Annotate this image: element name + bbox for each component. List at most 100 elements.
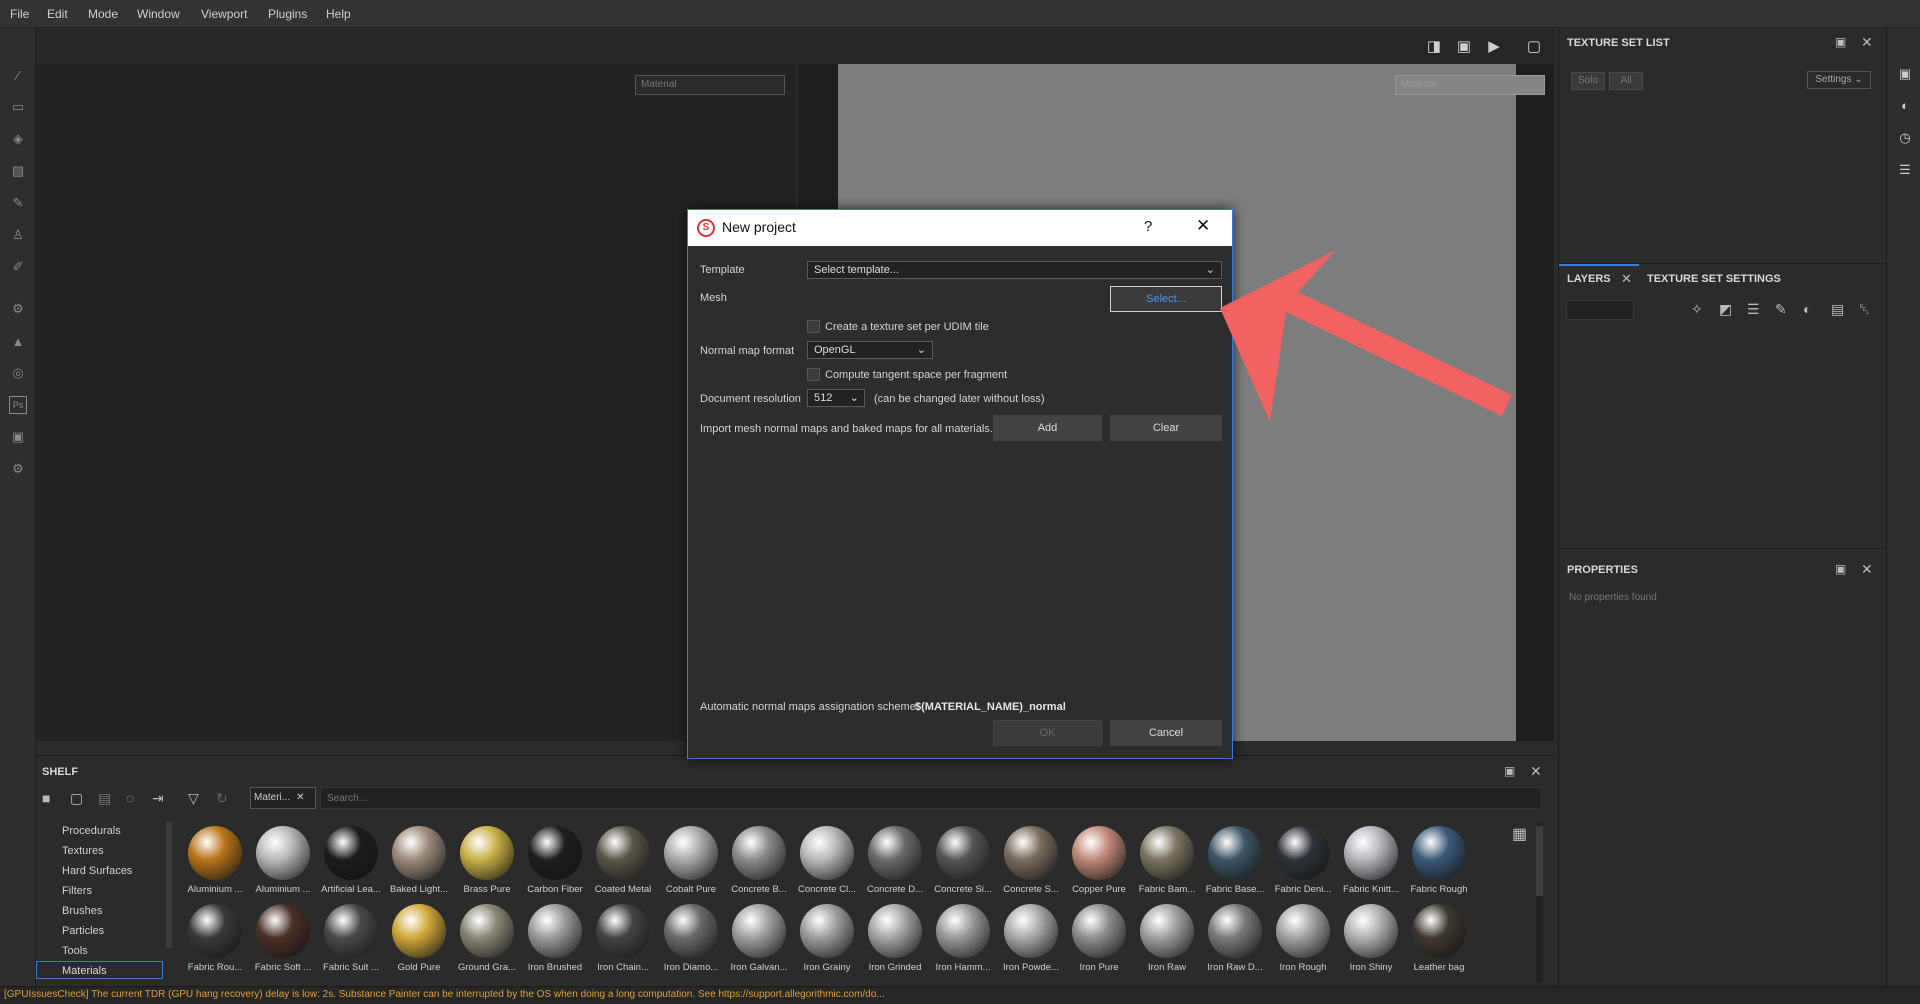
material-thumbnail[interactable]: Fabric Knitt... [1338, 822, 1404, 896]
resolution-select[interactable]: 512 ⌄ [807, 389, 865, 407]
category-procedurals[interactable]: Procedurals [62, 825, 121, 837]
add-button[interactable]: Add [993, 415, 1102, 441]
material-thumbnail[interactable]: Cobalt Pure [658, 822, 724, 896]
ok-button[interactable]: OK [993, 720, 1102, 746]
material-thumbnail[interactable]: Iron Grainy [794, 900, 860, 974]
template-select[interactable]: Select template... ⌄ [807, 261, 1222, 279]
add-fill-layer-icon[interactable]: ☰ [1747, 301, 1760, 318]
material-thumbnail[interactable]: Aluminium ... [250, 822, 316, 896]
material-thumbnail[interactable]: Carbon Fiber [522, 822, 588, 896]
grid-scrollbar-track[interactable] [1536, 822, 1543, 982]
material-thumbnail[interactable]: Iron Brushed [522, 900, 588, 974]
material-thumbnail[interactable]: Baked Light... [386, 822, 452, 896]
material-thumbnail[interactable]: Copper Pure [1066, 822, 1132, 896]
category-materials-selected[interactable]: Materials [36, 961, 163, 979]
material-thumbnail[interactable]: Ground Gra... [454, 900, 520, 974]
material-thumbnail[interactable]: Iron Hamm... [930, 900, 996, 974]
material-thumbnail[interactable]: Concrete S... [998, 822, 1064, 896]
library-icon[interactable]: ▤ [98, 790, 111, 807]
smart-material-icon[interactable]: ◐ [1803, 301, 1811, 317]
material-thumbnail[interactable]: Fabric Rou... [182, 900, 248, 974]
udim-checkbox[interactable] [807, 320, 820, 333]
close-icon[interactable]: ✕ [1861, 561, 1873, 578]
remove-filter-icon[interactable]: ✕ [296, 792, 304, 803]
material-thumbnail[interactable]: Iron Shiny [1338, 900, 1404, 974]
material-thumbnail[interactable]: Iron Pure [1066, 900, 1132, 974]
material-thumbnail[interactable]: Iron Diamo... [658, 900, 724, 974]
material-thumbnail[interactable]: Leather bag [1406, 900, 1472, 974]
material-selector-3d[interactable]: Material [1395, 75, 1545, 95]
cube-view-icon[interactable]: ▣ [1452, 37, 1476, 57]
shader-settings-icon[interactable]: ◐ [1896, 98, 1914, 116]
material-thumbnail[interactable]: Iron Powde... [998, 900, 1064, 974]
category-particles[interactable]: Particles [62, 925, 104, 937]
material-thumbnail[interactable]: Concrete Cl... [794, 822, 860, 896]
close-icon[interactable]: ✕ [1530, 763, 1542, 780]
material-thumbnail[interactable]: Iron Raw D... [1202, 900, 1268, 974]
export-icon[interactable]: ▣ [9, 428, 27, 446]
material-thumbnail[interactable]: Brass Pure [454, 822, 520, 896]
eraser-icon[interactable]: ▭ [9, 98, 27, 116]
tab-texture-set-settings[interactable]: TEXTURE SET SETTINGS [1647, 273, 1781, 285]
filter-icon[interactable]: ▽ [188, 790, 199, 807]
float-panel-icon[interactable]: ▣ [1835, 562, 1846, 576]
delete-trash-icon[interactable]: ␡ [1859, 301, 1870, 318]
material-thumbnail[interactable]: Fabric Deni... [1270, 822, 1336, 896]
category-textures[interactable]: Textures [62, 845, 104, 857]
folder-icon[interactable]: ■ [42, 790, 50, 806]
import-icon[interactable]: ⇥ [152, 790, 164, 807]
layer-blend-field[interactable] [1566, 300, 1634, 320]
material-thumbnail[interactable]: Fabric Rough [1406, 822, 1472, 896]
category-hard-surfaces[interactable]: Hard Surfaces [62, 865, 132, 877]
viewport-2d[interactable]: Material [36, 64, 796, 741]
material-thumbnail[interactable]: Iron Galvan... [726, 900, 792, 974]
new-shelf-icon[interactable]: ▢ [70, 790, 83, 807]
close-icon[interactable]: ✕ [1861, 34, 1873, 51]
material-thumbnail[interactable]: Iron Chain... [590, 900, 656, 974]
menu-help[interactable]: Help [326, 7, 351, 21]
normal-map-format-select[interactable]: OpenGL ⌄ [807, 341, 933, 359]
notification-icon[interactable]: ▲ [9, 332, 27, 350]
material-thumbnail[interactable]: Aluminium ... [182, 822, 248, 896]
category-tools[interactable]: Tools [62, 945, 88, 957]
paint-brush-icon[interactable]: ∕ [9, 66, 27, 84]
cancel-button[interactable]: Cancel [1110, 720, 1222, 746]
grid-scrollbar-thumb[interactable] [1536, 826, 1543, 896]
camera-video-icon[interactable]: ▶ [1482, 37, 1506, 57]
material-thumbnail[interactable]: Fabric Base... [1202, 822, 1268, 896]
split-view-icon[interactable]: ◨ [1422, 37, 1446, 57]
settings-dropdown[interactable]: Settings ⌄ [1807, 71, 1871, 89]
shelf-search-input[interactable] [320, 787, 1542, 809]
settings-gear-icon[interactable]: ⚙ [9, 460, 27, 478]
photoshop-icon[interactable]: Ps [9, 396, 27, 414]
material-thumbnail[interactable]: Coated Metal [590, 822, 656, 896]
material-selector-2d[interactable]: Material [635, 75, 785, 95]
menu-file[interactable]: File [10, 7, 29, 21]
material-thumbnail[interactable]: Fabric Bam... [1134, 822, 1200, 896]
smudge-icon[interactable]: ✎ [9, 194, 27, 212]
color-picker-icon[interactable]: ✐ [9, 258, 27, 276]
menu-viewport[interactable]: Viewport [201, 7, 247, 21]
iray-icon[interactable]: ◎ [9, 364, 27, 382]
category-brushes[interactable]: Brushes [62, 905, 102, 917]
material-thumbnail[interactable]: Fabric Suit ... [318, 900, 384, 974]
add-mask-icon[interactable]: ◩ [1719, 301, 1732, 318]
material-thumbnail[interactable]: Iron Rough [1270, 900, 1336, 974]
menu-plugins[interactable]: Plugins [268, 7, 307, 21]
material-thumbnail[interactable]: Concrete B... [726, 822, 792, 896]
bake-icon[interactable]: ⚙ [9, 300, 27, 318]
refresh-icon[interactable]: ↻ [216, 790, 228, 807]
clone-stamp-icon[interactable]: ♙ [9, 226, 27, 244]
log-icon[interactable]: ☰ [1896, 162, 1914, 180]
category-scrollbar[interactable] [166, 822, 172, 948]
dialog-close-icon[interactable]: ✕ [1196, 216, 1210, 236]
material-thumbnail[interactable]: Iron Grinded [862, 900, 928, 974]
add-effect-icon[interactable]: ✧ [1691, 301, 1703, 318]
material-thumbnail[interactable]: Concrete D... [862, 822, 928, 896]
tangent-checkbox[interactable] [807, 368, 820, 381]
solo-button[interactable]: Solo [1571, 72, 1605, 90]
polygon-fill-icon[interactable]: ▧ [9, 162, 27, 180]
menu-mode[interactable]: Mode [88, 7, 118, 21]
float-panel-icon[interactable]: ▣ [1835, 35, 1846, 49]
material-thumbnail[interactable]: Gold Pure [386, 900, 452, 974]
